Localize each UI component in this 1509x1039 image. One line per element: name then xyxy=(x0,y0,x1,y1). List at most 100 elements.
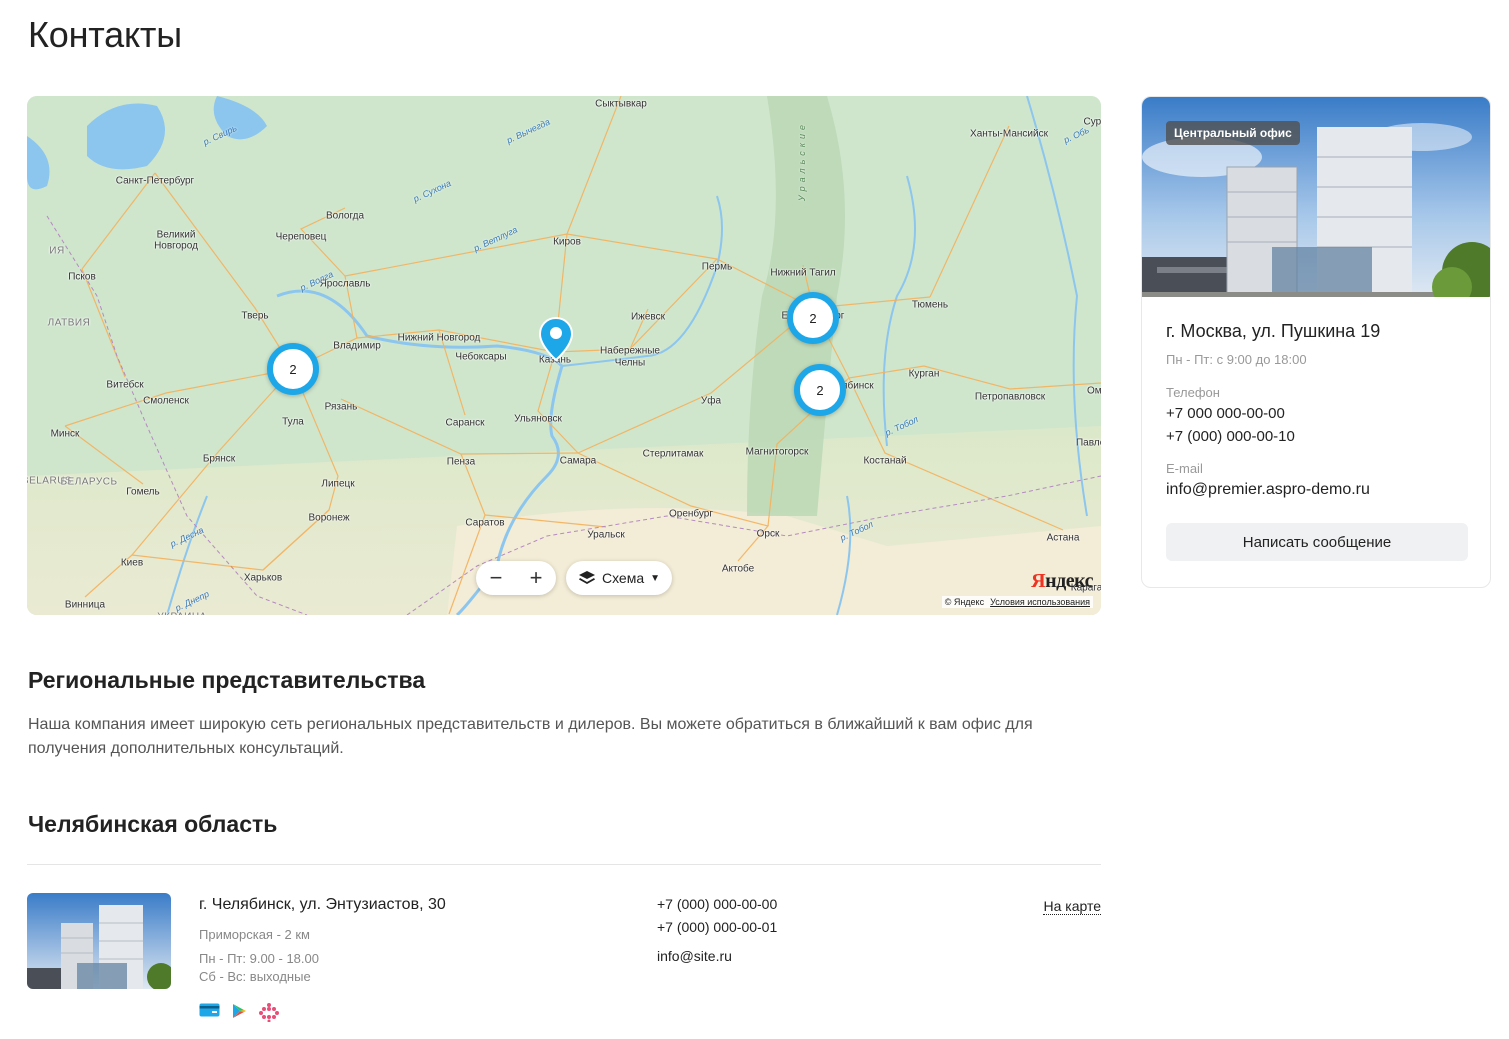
country-label: ЛАТВИЯ xyxy=(47,317,91,329)
city-label: Винница xyxy=(64,599,106,611)
office-badge: Центральный офис xyxy=(1166,121,1300,145)
city-label: Витебск xyxy=(106,379,144,391)
city-label: Омск xyxy=(1086,385,1101,397)
city-label: Псков xyxy=(68,271,96,283)
city-label: Стерлитамак xyxy=(642,448,704,460)
city-label: Смоленск xyxy=(143,395,189,407)
city-label: Владимир xyxy=(333,340,381,352)
office-phone-1[interactable]: +7 000 000-00-00 xyxy=(1166,405,1466,422)
city-label: Орск xyxy=(756,528,780,540)
regional-title: Региональные представительства xyxy=(28,667,426,693)
central-office-card: Центральный офис г. Москва, ул. Пушкина … xyxy=(1141,96,1491,588)
yandex-logo: Яндекс xyxy=(1031,570,1093,592)
city-label: Ульяновск xyxy=(514,413,562,425)
city-label: Ижевск xyxy=(630,311,666,323)
city-label: Киров xyxy=(553,236,581,248)
branch-phone-1[interactable]: +7 (000) 000-00-00 xyxy=(657,896,777,912)
terms-link[interactable]: Условия использования xyxy=(990,597,1090,607)
city-label: Санкт-Петербург xyxy=(115,175,195,187)
city-label: Магнитогорск xyxy=(745,446,809,458)
layers-icon xyxy=(578,571,595,584)
city-label: Астана xyxy=(1046,532,1080,544)
email-label: E-mail xyxy=(1166,461,1203,476)
zoom-out-button[interactable]: − xyxy=(478,561,514,595)
payment-icons xyxy=(199,1002,280,1022)
city-label: Челны xyxy=(614,357,646,369)
city-label: Липецк xyxy=(321,478,355,490)
city-label: Воронеж xyxy=(308,512,350,524)
map-copyright: © Яндекс Условия использования xyxy=(941,596,1093,608)
city-label: Тюмень xyxy=(911,299,949,311)
map-pin-icon[interactable] xyxy=(538,316,574,362)
branch-metro: Приморская - 2 км xyxy=(199,927,310,942)
city-label: Брянск xyxy=(202,453,236,465)
city-label: Костанай xyxy=(863,455,907,467)
chevron-down-icon: ▼ xyxy=(650,572,661,584)
city-label: Чебоксары xyxy=(455,351,507,363)
city-label: Рязань xyxy=(324,401,358,413)
branch-email[interactable]: info@site.ru xyxy=(657,948,732,964)
map-cluster-ekaterinburg[interactable]: 2 xyxy=(787,292,839,344)
map-cluster-chelyabinsk[interactable]: 2 xyxy=(794,364,846,416)
city-label: Актобе xyxy=(721,563,755,575)
region-title: Челябинская область xyxy=(28,811,278,837)
country-label: БЕЛАРУСЬ xyxy=(60,476,118,488)
city-label: Самара xyxy=(559,455,597,467)
branch-hours-weekend: Сб - Вс: выходные xyxy=(199,969,311,984)
city-label: Череповец xyxy=(275,231,327,243)
card-icon xyxy=(199,1003,220,1017)
city-label: Харьков xyxy=(243,572,283,584)
google-pay-icon xyxy=(233,1004,246,1018)
city-label: Вологда xyxy=(325,210,365,222)
city-label: Нижний Новгород xyxy=(397,332,481,344)
page-title: Контакты xyxy=(28,14,182,55)
city-label: Сыктывкар xyxy=(595,98,647,110)
city-label: Саранск xyxy=(445,417,485,429)
city-label: Петропавловск xyxy=(974,391,1046,403)
city-label: Набережные xyxy=(600,345,660,357)
branch-photo[interactable] xyxy=(27,893,171,989)
city-label: Пермь xyxy=(701,261,733,273)
city-label: Киев xyxy=(120,557,144,569)
show-on-map-link[interactable]: На карте xyxy=(1043,898,1101,915)
city-label: Уральск xyxy=(587,529,625,541)
city-label: Оренбург xyxy=(668,508,714,520)
mountains-label: Уральские xyxy=(797,120,808,202)
city-label: Минск xyxy=(50,428,80,440)
city-label: Пенза xyxy=(446,456,476,468)
map-layers-button[interactable]: Схема ▼ xyxy=(566,561,672,595)
city-label: Нижний Тагил xyxy=(770,267,836,279)
branch-address[interactable]: г. Челябинск, ул. Энтузиастов, 30 xyxy=(199,896,446,914)
city-label: Павлодар xyxy=(1075,437,1101,449)
city-label: Новгород xyxy=(154,240,198,252)
city-label: Великий xyxy=(156,229,196,241)
branch-phone-2[interactable]: +7 (000) 000-00-01 xyxy=(657,919,777,935)
map-layers-label: Схема xyxy=(601,570,645,586)
country-label: УКРАИНА xyxy=(157,612,206,616)
cluster-count: 2 xyxy=(809,310,817,326)
sbp-dots-icon xyxy=(259,1003,279,1022)
city-label: Уфа xyxy=(700,395,722,407)
city-label: Саратов xyxy=(465,517,505,529)
city-label: Тула xyxy=(282,416,304,428)
regional-description: Наша компания имеет широкую сеть региона… xyxy=(28,716,1033,757)
country-label: ИЯ xyxy=(49,245,65,257)
copyright-text: © Яндекс xyxy=(944,597,985,607)
cluster-count: 2 xyxy=(289,361,297,377)
city-label: Курган xyxy=(908,368,940,380)
write-message-button[interactable]: Написать сообщение xyxy=(1166,523,1468,561)
city-label: Гомель xyxy=(126,486,160,498)
city-label: Тверь xyxy=(241,310,269,322)
office-phone-2[interactable]: +7 (000) 000-00-10 xyxy=(1166,428,1466,445)
zoom-in-button[interactable]: + xyxy=(518,561,554,595)
phone-label: Телефон xyxy=(1166,385,1220,400)
office-hours: Пн - Пт: с 9:00 до 18:00 xyxy=(1166,352,1307,367)
city-label: Ханты-Мансийск xyxy=(970,128,1048,140)
map-zoom-control: − + xyxy=(476,561,556,595)
office-email[interactable]: info@premier.aspro-demo.ru xyxy=(1166,481,1466,499)
map-cluster-moscow[interactable]: 2 xyxy=(267,343,319,395)
divider xyxy=(27,864,1101,865)
branch-hours-weekday: Пн - Пт: 9.00 - 18.00 xyxy=(199,951,319,966)
yandex-map[interactable]: Сыктывкар Санкт-Петербург Вологда Великий Но… xyxy=(27,96,1101,615)
office-address: г. Москва, ул. Пушкина 19 xyxy=(1166,321,1381,341)
